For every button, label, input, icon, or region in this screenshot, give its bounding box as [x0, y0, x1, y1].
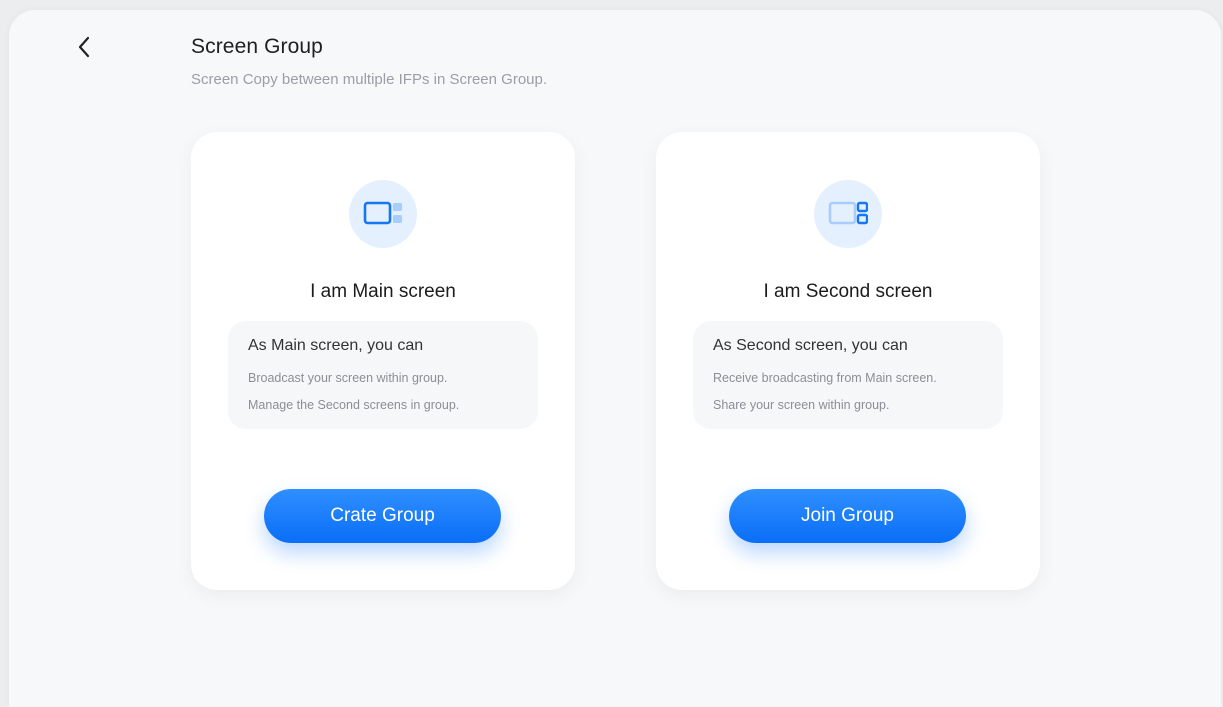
main-info-line: Broadcast your screen within group.	[248, 371, 448, 385]
second-card-title: I am Second screen	[763, 281, 933, 302]
join-group-button[interactable]: Join Group	[729, 489, 966, 543]
main-screen-icon	[349, 180, 417, 248]
second-info-box: As Second screen, you can Receive broadc…	[693, 321, 1003, 429]
second-screen-icon	[814, 180, 882, 248]
main-info-heading: As Main screen, you can	[248, 337, 424, 354]
page-title: Screen Group	[191, 35, 323, 58]
main-info-line: Manage the Second screens in group.	[248, 398, 460, 412]
second-info-line: Receive broadcasting from Main screen.	[713, 371, 937, 385]
main-card-title: I am Main screen	[310, 281, 456, 302]
second-info-line: Share your screen within group.	[713, 398, 890, 412]
second-screen-card: I am Second screen As Second screen, you…	[656, 132, 1040, 590]
create-group-button[interactable]: Crate Group	[264, 489, 501, 543]
main-info-box: As Main screen, you can Broadcast your s…	[228, 321, 538, 429]
chevron-left-icon	[78, 36, 90, 58]
second-info-heading: As Second screen, you can	[713, 337, 908, 354]
page-subtitle: Screen Copy between multiple IFPs in Scr…	[191, 71, 548, 88]
back-button[interactable]	[69, 32, 99, 62]
main-screen-card: I am Main screen As Main screen, you can…	[191, 132, 575, 590]
screen-group-window: Screen Group Screen Copy between multipl…	[9, 10, 1221, 707]
